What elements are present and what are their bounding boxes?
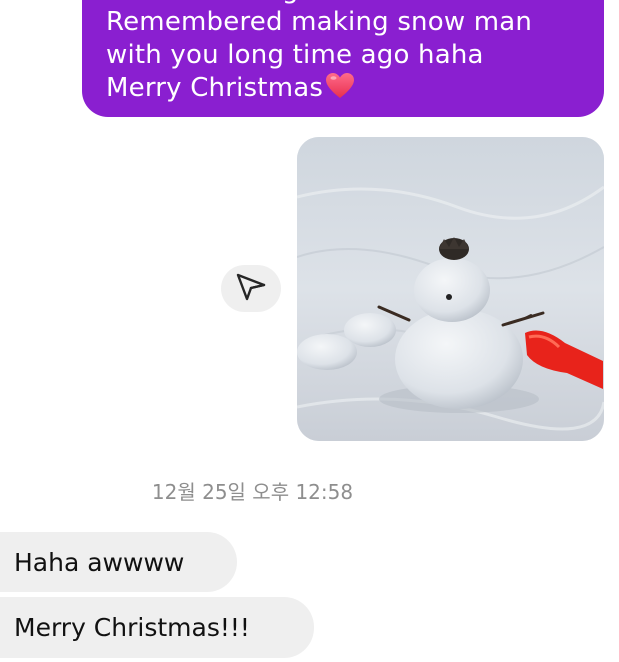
sent-message-bubble[interactable]: g Remembered making snow man with you lo… — [82, 0, 604, 117]
received-message-bubble[interactable]: Merry Christmas!!! — [0, 597, 314, 658]
message-timestamp: 12월 25일 오후 12:58 — [151, 480, 354, 504]
sent-message-text: Merry Christmas — [106, 73, 324, 103]
received-message-bubble[interactable]: Haha awwww — [0, 532, 237, 592]
sent-message-line: Remembered making snow man — [106, 7, 533, 37]
received-message-text: Haha awwww — [14, 547, 185, 577]
sent-message-line: with you long time ago haha — [106, 40, 484, 70]
received-message-text: Merry Christmas!!! — [14, 613, 250, 642]
share-button[interactable] — [221, 265, 281, 312]
heart-icon — [325, 72, 355, 100]
paper-plane-icon — [236, 273, 266, 305]
snowman-photo[interactable] — [297, 137, 604, 441]
sent-message-line: Merry Christmas — [106, 72, 580, 105]
cut-off-line: g — [106, 0, 580, 6]
chat-thread: g Remembered making snow man with you lo… — [0, 0, 619, 662]
